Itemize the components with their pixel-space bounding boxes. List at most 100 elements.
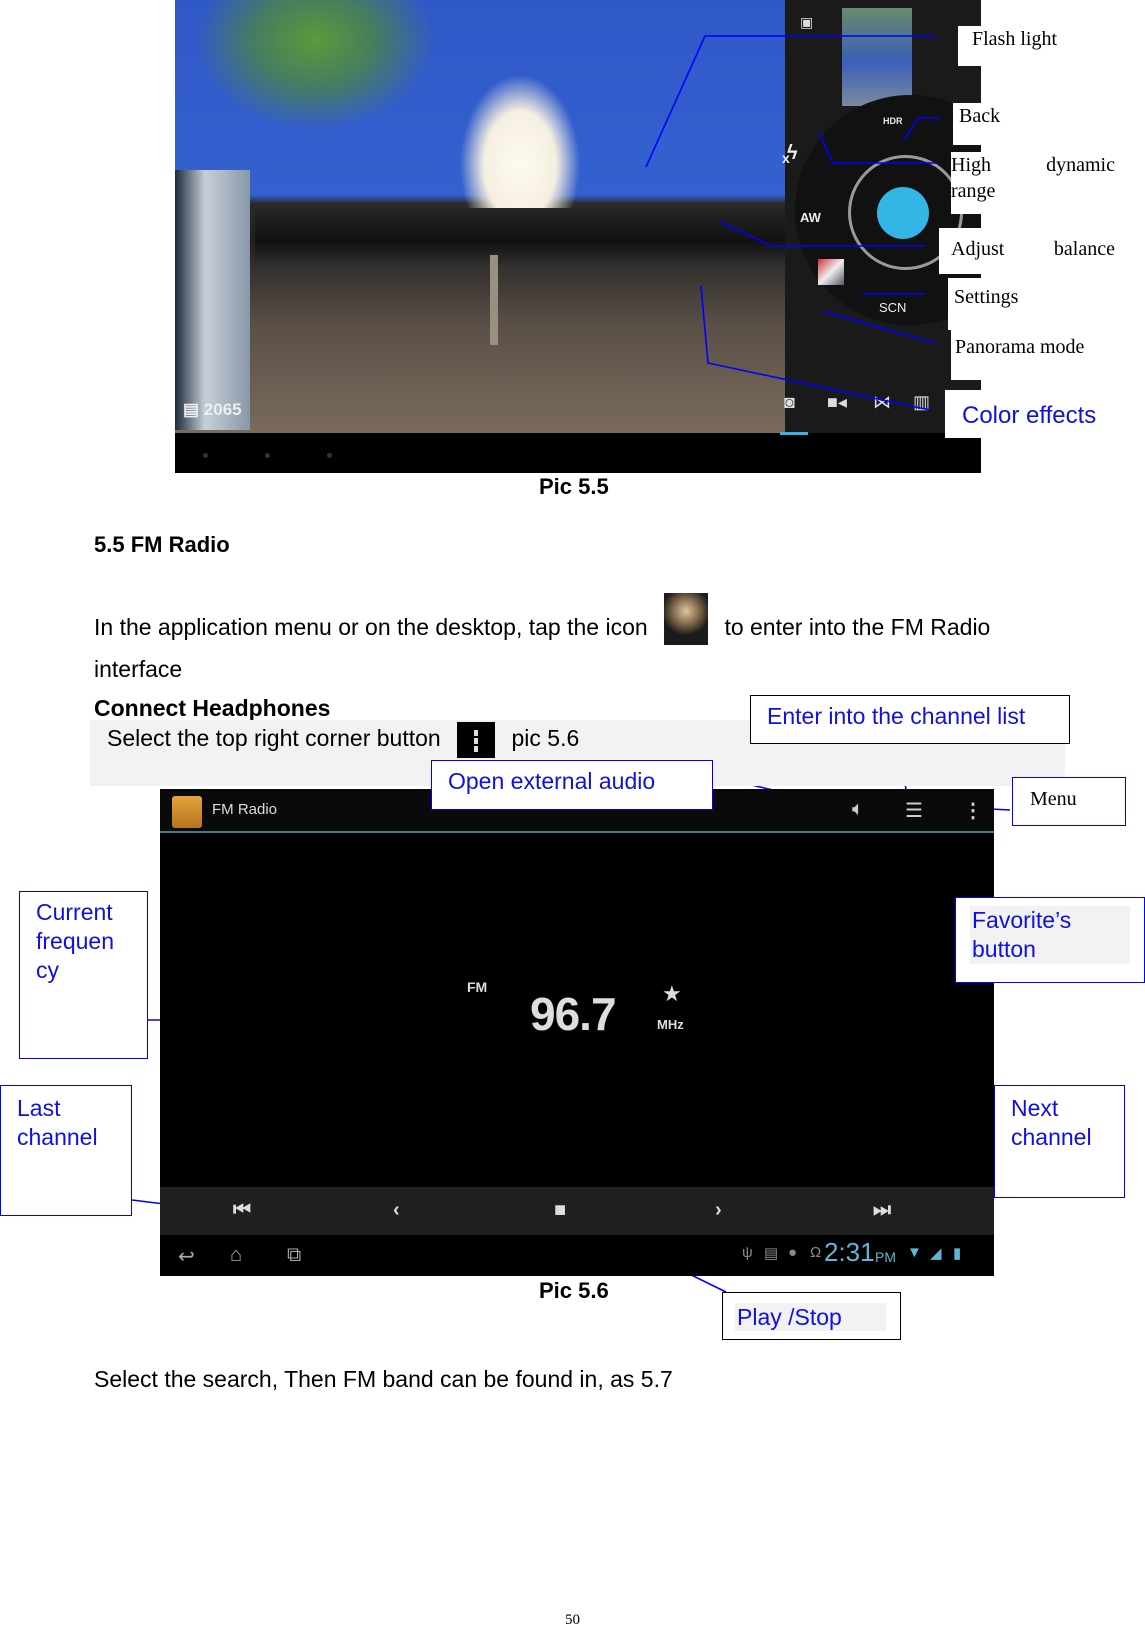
callout-menu: Menu bbox=[1012, 777, 1126, 826]
intro-text: interface bbox=[94, 656, 183, 682]
hdr-icon[interactable]: HDR bbox=[883, 116, 903, 126]
recent-apps-icon[interactable]: ⧉ bbox=[287, 1244, 301, 1267]
seek-forward-icon[interactable]: › bbox=[715, 1199, 722, 1222]
scene-mode-icon[interactable]: SCN bbox=[879, 300, 906, 315]
callout-text: Menu bbox=[1030, 788, 1077, 810]
page-number: 50 bbox=[565, 1612, 580, 1628]
shutter-button[interactable] bbox=[877, 187, 929, 239]
nav-dot bbox=[327, 453, 332, 458]
active-mode-indicator bbox=[780, 432, 808, 435]
callout-text: Enter into the channel list bbox=[767, 703, 1026, 729]
callout-text: High bbox=[951, 154, 991, 176]
background-monitor bbox=[175, 170, 250, 430]
intro-text: In the application menu or on the deskto… bbox=[94, 614, 648, 641]
home-nav-icon[interactable]: ⌂ bbox=[230, 1244, 242, 1267]
back-nav-icon[interactable]: ↩ bbox=[178, 1244, 195, 1269]
video-icon[interactable]: ■◂ bbox=[827, 392, 847, 413]
usb-icon: ψ bbox=[742, 1244, 753, 1261]
last-photo-thumbnail[interactable] bbox=[842, 8, 912, 106]
shelf-bracket bbox=[490, 255, 498, 345]
callout-next-channel: Next channel bbox=[994, 1085, 1125, 1198]
effects-icon[interactable]: ▥ bbox=[913, 392, 930, 413]
callout-text: Back bbox=[959, 105, 1001, 127]
callout-text: Play /Stop bbox=[735, 1303, 886, 1331]
callout-text: channel bbox=[1011, 1124, 1092, 1150]
color-effects-icon[interactable] bbox=[818, 259, 844, 285]
fm-radio-screenshot: FM Radio 🔈︎ ☰ ⋮ FM 96.7 ★ MHz ⏮ ‹ ■ › ⏭ … bbox=[160, 789, 994, 1276]
camera-icon[interactable]: ◙ bbox=[784, 392, 795, 413]
callout-panorama: Panorama mode bbox=[951, 328, 1119, 380]
photo-counter: ▤ 2065 bbox=[183, 400, 242, 420]
callout-text: balance bbox=[1053, 238, 1115, 260]
panorama-icon[interactable]: ⋈ bbox=[873, 392, 891, 413]
callout-text: Last bbox=[17, 1095, 61, 1121]
callout-play-stop: Play /Stop bbox=[722, 1292, 901, 1340]
intro-paragraph: In the application menu or on the deskto… bbox=[94, 593, 1094, 683]
speaker-icon[interactable]: 🔈︎ bbox=[852, 798, 864, 821]
radio-app-icon bbox=[172, 796, 202, 828]
overflow-menu-icon[interactable]: ⋮ bbox=[963, 798, 983, 823]
wifi-icon: ▼ bbox=[907, 1244, 922, 1261]
fm-radio-app-icon bbox=[664, 593, 709, 645]
callout-text: Settings bbox=[954, 286, 1019, 308]
callout-text: Adjust bbox=[951, 238, 1005, 260]
callout-text: dynamic bbox=[1046, 154, 1115, 176]
favorite-star-icon[interactable]: ★ bbox=[662, 981, 682, 1007]
callout-text: Favorite’s bbox=[972, 907, 1072, 933]
figure-caption-5-5: Pic 5.5 bbox=[539, 474, 609, 499]
app-title: FM Radio bbox=[212, 801, 278, 818]
clock: 2:31 bbox=[824, 1237, 875, 1267]
callout-channel-list: Enter into the channel list bbox=[750, 695, 1070, 744]
instruction-text: pic 5.6 bbox=[511, 725, 580, 752]
figure-caption-5-6: Pic 5.6 bbox=[539, 1278, 609, 1303]
callout-flash-light: Flash light bbox=[958, 26, 1086, 66]
callout-hdr: High dynamic range bbox=[951, 152, 1115, 214]
stop-icon[interactable]: ■ bbox=[554, 1199, 566, 1222]
section-heading: 5.5 FM Radio bbox=[94, 532, 230, 557]
instruction-text: Select the top right corner button bbox=[107, 725, 441, 752]
headphone-icon: Ω bbox=[810, 1244, 822, 1261]
callout-text: frequen bbox=[36, 928, 115, 954]
intro-text: to enter into the FM Radio bbox=[724, 614, 991, 641]
background-shelf bbox=[255, 208, 785, 263]
overflow-menu-icon bbox=[457, 722, 496, 758]
closing-paragraph: Select the search, Then FM band can be f… bbox=[94, 1366, 673, 1392]
flash-off-x-icon: x bbox=[782, 150, 790, 166]
nav-dot bbox=[203, 453, 208, 458]
clock-ampm: PM bbox=[875, 1249, 896, 1265]
white-balance-icon[interactable]: AW bbox=[800, 210, 821, 225]
callout-last-channel: Last channel bbox=[0, 1085, 132, 1216]
callout-text: Open external audio bbox=[448, 768, 656, 794]
seek-back-icon[interactable]: ‹ bbox=[393, 1199, 400, 1222]
current-frequency: 96.7 bbox=[530, 988, 617, 1040]
callout-external-audio: Open external audio bbox=[431, 760, 713, 810]
callout-text: button bbox=[972, 936, 1036, 962]
battery-icon: ▮ bbox=[953, 1245, 962, 1262]
photo-count: 2065 bbox=[203, 400, 242, 419]
previous-channel-icon[interactable]: ⏮ bbox=[233, 1199, 251, 1222]
sd-card-icon: ▤ bbox=[764, 1245, 779, 1262]
callout-text: cy bbox=[36, 957, 59, 983]
callout-text: range bbox=[951, 180, 996, 202]
subheading-connect-headphones: Connect Headphones bbox=[94, 695, 331, 721]
callout-text: Panorama mode bbox=[955, 336, 1085, 358]
storage-icon: ▤ bbox=[183, 400, 204, 419]
playback-controls bbox=[160, 1187, 994, 1235]
frequency-unit: MHz bbox=[657, 1017, 684, 1032]
callout-current-frequency: Current frequen cy bbox=[19, 891, 148, 1059]
callout-text: Color effects bbox=[962, 402, 1097, 429]
camera-screenshot: ▣ HDR ϟ x AW SCN ▤ 2065 ◙ ■◂ ⋈ ▥ bbox=[175, 0, 981, 473]
callout-text: Flash light bbox=[972, 28, 1058, 50]
callout-back: Back bbox=[953, 103, 1045, 145]
channel-list-icon[interactable]: ☰ bbox=[905, 798, 923, 823]
callout-color-effects: Color effects bbox=[945, 390, 1115, 438]
instruction-line: Select the top right corner button pic 5… bbox=[107, 722, 579, 758]
callout-text: Next bbox=[1011, 1095, 1059, 1121]
gallery-icon[interactable]: ▣ bbox=[800, 14, 813, 31]
callout-settings: Settings bbox=[948, 278, 1040, 330]
band-label: FM bbox=[467, 979, 488, 995]
nav-dot bbox=[265, 453, 270, 458]
callout-favorite: Favorite’s button bbox=[955, 897, 1145, 983]
signal-icon: ◢ bbox=[930, 1245, 942, 1262]
next-channel-icon[interactable]: ⏭ bbox=[873, 1199, 891, 1222]
